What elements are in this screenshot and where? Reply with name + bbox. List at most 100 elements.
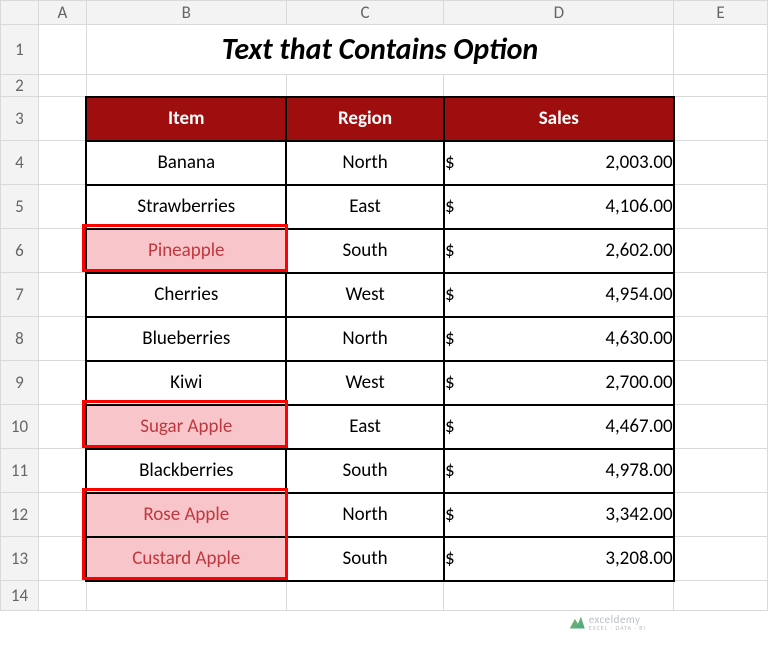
row-header-9[interactable]: 9 (1, 361, 39, 405)
cell-region[interactable]: South (286, 537, 444, 581)
col-header-D[interactable]: D (444, 1, 674, 25)
watermark-tagline: EXCEL · DATA · BI (589, 625, 646, 631)
row-header-4[interactable]: 4 (1, 141, 39, 185)
currency-symbol: $ (445, 371, 455, 394)
cell-E7[interactable] (674, 273, 768, 317)
cell-region[interactable]: West (286, 361, 444, 405)
cell-sales[interactable]: $2,700.00 (444, 361, 674, 405)
cell-item[interactable]: Rose Apple (86, 493, 286, 537)
cell-A3[interactable] (38, 97, 86, 141)
row-header-10[interactable]: 10 (1, 405, 39, 449)
cell-sales[interactable]: $4,467.00 (444, 405, 674, 449)
spreadsheet-grid: A B C D E 1 Text that Contains Option 2 … (0, 0, 768, 611)
table-row: 8 BlueberriesNorth$4,630.00 (1, 317, 768, 361)
row-header-2[interactable]: 2 (1, 75, 39, 97)
cell-C2[interactable] (286, 75, 444, 97)
cell-E10[interactable] (674, 405, 768, 449)
row-header-8[interactable]: 8 (1, 317, 39, 361)
cell-sales[interactable]: $4,954.00 (444, 273, 674, 317)
row-header-5[interactable]: 5 (1, 185, 39, 229)
cell-C14[interactable] (286, 581, 444, 611)
cell-E4[interactable] (674, 141, 768, 185)
title-cell[interactable]: Text that Contains Option (86, 25, 673, 75)
cell-sales[interactable]: $2,602.00 (444, 229, 674, 273)
cell-region[interactable]: East (286, 405, 444, 449)
cell-sales[interactable]: $3,208.00 (444, 537, 674, 581)
row-header-6[interactable]: 6 (1, 229, 39, 273)
cell-region[interactable]: South (286, 229, 444, 273)
header-sales[interactable]: Sales (444, 97, 674, 141)
cell-item[interactable]: Banana (86, 141, 286, 185)
cell-E11[interactable] (674, 449, 768, 493)
row-header-14[interactable]: 14 (1, 581, 39, 611)
cell-A11[interactable] (38, 449, 86, 493)
cell-E2[interactable] (674, 75, 768, 97)
cell-sales[interactable]: $4,630.00 (444, 317, 674, 361)
cell-region[interactable]: North (286, 493, 444, 537)
table-row: 5 StrawberriesEast$4,106.00 (1, 185, 768, 229)
cell-A1[interactable] (38, 25, 86, 75)
cell-item[interactable]: Blueberries (86, 317, 286, 361)
currency-symbol: $ (445, 547, 455, 570)
cell-region[interactable]: West (286, 273, 444, 317)
cell-B2[interactable] (86, 75, 286, 97)
cell-item[interactable]: Blackberries (86, 449, 286, 493)
cell-E1[interactable] (674, 25, 768, 75)
cell-E6[interactable] (674, 229, 768, 273)
currency-symbol: $ (445, 283, 455, 306)
cell-A4[interactable] (38, 141, 86, 185)
cell-A6[interactable] (38, 229, 86, 273)
header-item[interactable]: Item (86, 97, 286, 141)
cell-B14[interactable] (86, 581, 286, 611)
col-header-B[interactable]: B (86, 1, 286, 25)
cell-E9[interactable] (674, 361, 768, 405)
cell-region[interactable]: East (286, 185, 444, 229)
cell-A14[interactable] (38, 581, 86, 611)
cell-item[interactable]: Custard Apple (86, 537, 286, 581)
cell-sales[interactable]: $4,106.00 (444, 185, 674, 229)
cell-region[interactable]: North (286, 317, 444, 361)
cell-A13[interactable] (38, 537, 86, 581)
cell-E14[interactable] (674, 581, 768, 611)
cell-D14[interactable] (444, 581, 674, 611)
cell-A5[interactable] (38, 185, 86, 229)
cell-item[interactable]: Cherries (86, 273, 286, 317)
sales-value: 4,106.00 (605, 195, 672, 218)
cell-E5[interactable] (674, 185, 768, 229)
cell-item[interactable]: Pineapple (86, 229, 286, 273)
cell-item[interactable]: Kiwi (86, 361, 286, 405)
table-row: 7 CherriesWest$4,954.00 (1, 273, 768, 317)
cell-A10[interactable] (38, 405, 86, 449)
col-header-A[interactable]: A (38, 1, 86, 25)
row-header-11[interactable]: 11 (1, 449, 39, 493)
row-header-7[interactable]: 7 (1, 273, 39, 317)
cell-D2[interactable] (444, 75, 674, 97)
cell-A9[interactable] (38, 361, 86, 405)
row-header-1[interactable]: 1 (1, 25, 39, 75)
select-all-corner[interactable] (1, 1, 39, 25)
cell-item[interactable]: Strawberries (86, 185, 286, 229)
cell-sales[interactable]: $3,342.00 (444, 493, 674, 537)
col-header-C[interactable]: C (286, 1, 444, 25)
cell-sales[interactable]: $4,978.00 (444, 449, 674, 493)
cell-A7[interactable] (38, 273, 86, 317)
cell-A12[interactable] (38, 493, 86, 537)
row-header-13[interactable]: 13 (1, 537, 39, 581)
sales-value: 2,700.00 (605, 371, 672, 394)
row-header-3[interactable]: 3 (1, 97, 39, 141)
cell-region[interactable]: South (286, 449, 444, 493)
cell-A2[interactable] (38, 75, 86, 97)
cell-A8[interactable] (38, 317, 86, 361)
cell-E3[interactable] (674, 97, 768, 141)
cell-sales[interactable]: $2,003.00 (444, 141, 674, 185)
row-header-12[interactable]: 12 (1, 493, 39, 537)
cell-region[interactable]: North (286, 141, 444, 185)
cell-item[interactable]: Sugar Apple (86, 405, 286, 449)
cell-E12[interactable] (674, 493, 768, 537)
col-header-E[interactable]: E (674, 1, 768, 25)
cell-E8[interactable] (674, 317, 768, 361)
cell-E13[interactable] (674, 537, 768, 581)
sales-value: 2,602.00 (605, 239, 672, 262)
header-region[interactable]: Region (286, 97, 444, 141)
table-row: 13 Custard AppleSouth$3,208.00 (1, 537, 768, 581)
